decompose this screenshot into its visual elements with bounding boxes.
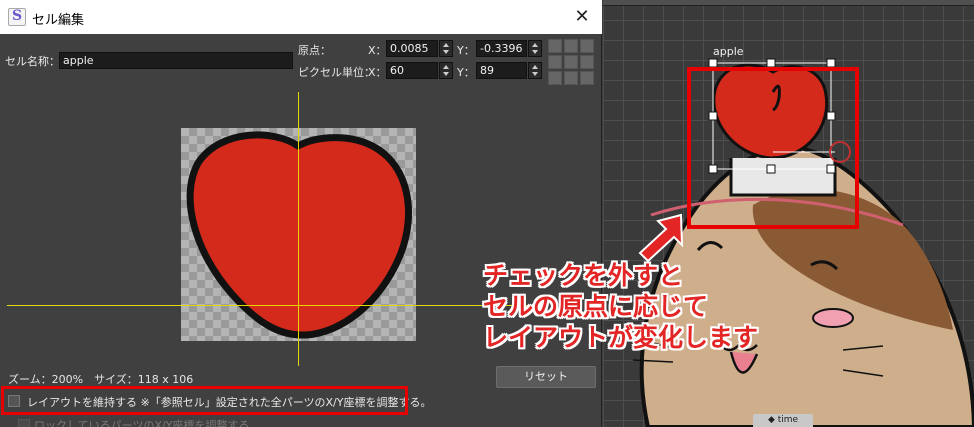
canvas-cell-label: apple: [713, 45, 744, 58]
align-bottom-left-button[interactable]: [548, 71, 562, 85]
origin-label: 原点：: [298, 44, 331, 57]
annotation-line-1: チェックを外すと: [483, 261, 684, 290]
align-bottom-right-button[interactable]: [580, 71, 594, 85]
screen: セル編集 ✕ セル名称： apple 原点： X： 0.0085 Y： -0.3…: [0, 0, 974, 427]
locked-parts-label: ロックしているパーツのX/Y座標を調整する: [34, 419, 250, 427]
dialog-titlebar: セル編集 ✕: [0, 0, 602, 34]
annotation-callout: チェックを外すと セルの原点に応じて レイアウトが変化します: [483, 260, 758, 353]
timeline-tab[interactable]: ◆ time: [753, 414, 813, 427]
origin-x-label: X：: [368, 44, 387, 57]
pixel-y-input[interactable]: 89: [476, 62, 527, 79]
pixel-x-label: X：: [368, 66, 387, 79]
cell-name-label: セル名称：: [5, 55, 60, 68]
origin-crosshair-vertical: [298, 92, 299, 366]
origin-x-input[interactable]: 0.0085: [386, 40, 438, 57]
align-bottom-center-button[interactable]: [564, 71, 578, 85]
origin-y-spin-icon[interactable]: [528, 40, 542, 57]
align-center-button[interactable]: [564, 55, 578, 69]
cell-edit-dialog: セル編集 ✕ セル名称： apple 原点： X： 0.0085 Y： -0.3…: [0, 0, 602, 427]
origin-x-spin-icon[interactable]: [439, 40, 453, 57]
dialog-title: セル編集: [32, 13, 85, 28]
pixel-y-spin-icon[interactable]: [528, 62, 542, 79]
origin-crosshair-horizontal: [7, 305, 527, 306]
pixel-x-spin-icon[interactable]: [439, 62, 453, 79]
align-top-right-button[interactable]: [580, 39, 594, 53]
close-icon[interactable]: ✕: [566, 4, 598, 30]
align-middle-left-button[interactable]: [548, 55, 562, 69]
align-middle-right-button[interactable]: [580, 55, 594, 69]
pixel-x-input[interactable]: 60: [386, 62, 438, 79]
origin-y-input[interactable]: -0.3396: [476, 40, 527, 57]
zoom-size-info: ズーム：200% サイズ：118 x 106: [8, 373, 194, 386]
pixel-unit-label: ピクセル単位：: [298, 66, 375, 79]
reset-button[interactable]: リセット: [496, 366, 596, 388]
annotation-line-2: セルの原点に応じて: [483, 292, 709, 321]
app-icon: [8, 8, 26, 26]
keep-layout-highlight: [1, 386, 408, 415]
origin-y-label: Y：: [457, 44, 475, 57]
locked-parts-checkbox[interactable]: [18, 419, 30, 427]
arrow-icon: [638, 213, 684, 263]
align-top-left-button[interactable]: [548, 39, 562, 53]
align-top-center-button[interactable]: [564, 39, 578, 53]
annotation-line-3: レイアウトが変化します: [483, 323, 759, 352]
cell-name-input[interactable]: apple: [59, 52, 293, 69]
pixel-y-label: Y：: [457, 66, 475, 79]
grid-align-icon: [548, 39, 596, 87]
